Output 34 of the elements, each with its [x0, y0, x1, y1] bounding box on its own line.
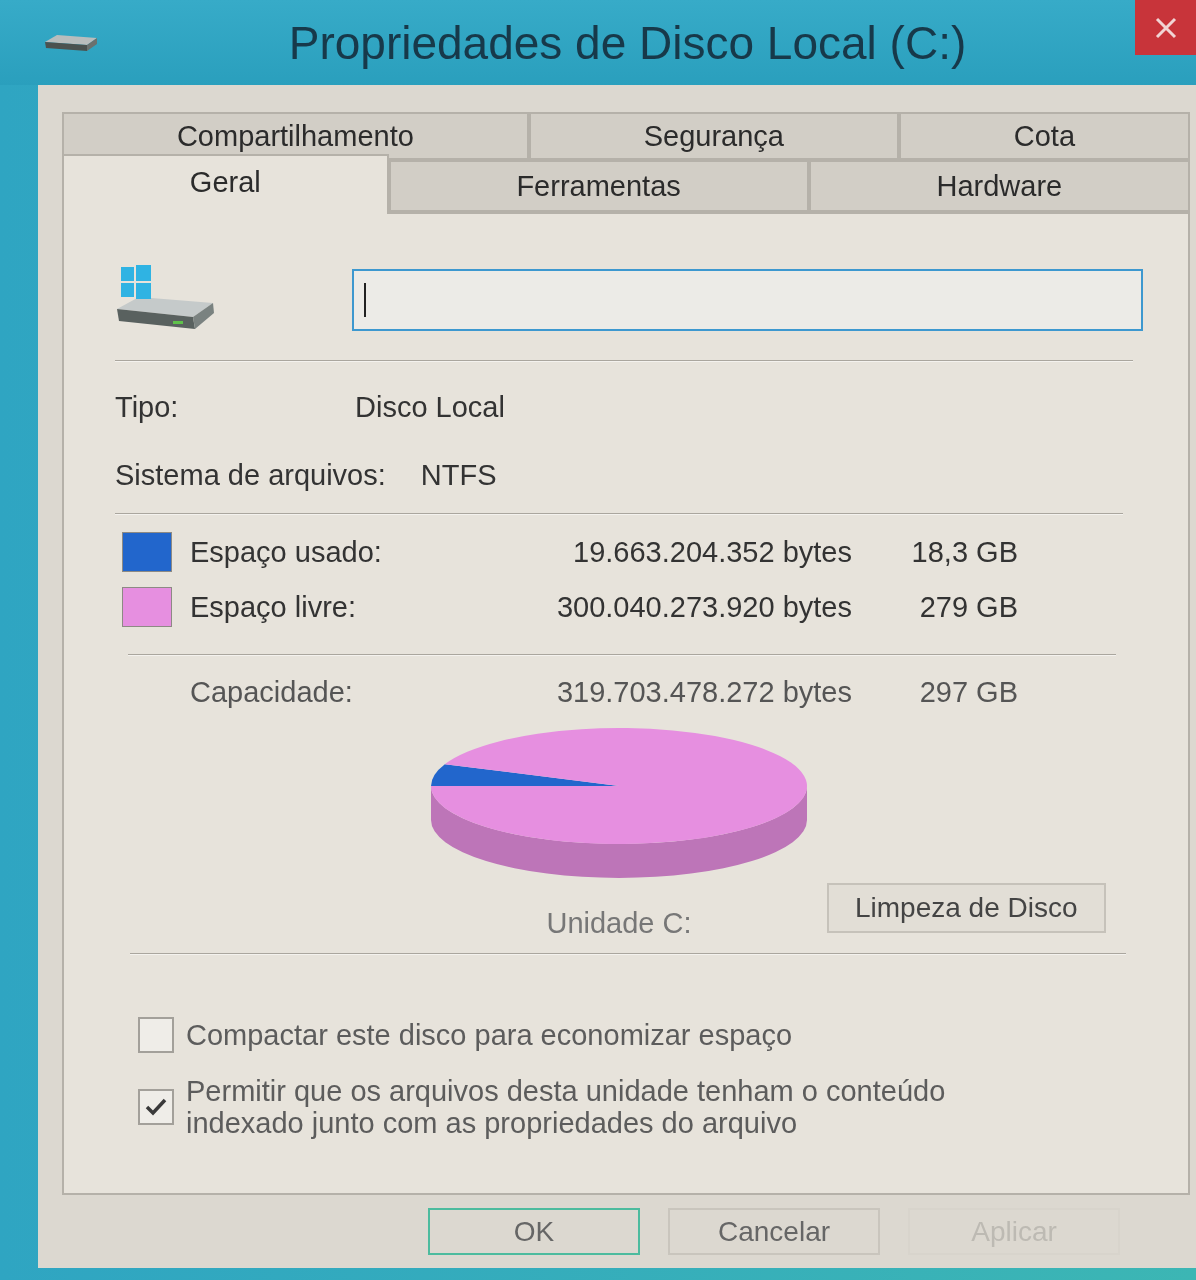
byte-count: 19.663.204.352 bytes	[573, 535, 852, 570]
property-label: Tipo:	[115, 390, 180, 424]
option-label: Compactar este disco para economizar espaço	[186, 1019, 793, 1051]
byte-count: 300.040.273.920 bytes	[556, 590, 852, 625]
tab[interactable]: Compartilhamento	[62, 112, 529, 160]
size-value: 18,3 GB	[911, 535, 1018, 570]
checkbox[interactable]	[138, 1017, 174, 1053]
chart-caption: Unidade C:	[546, 906, 692, 941]
dialog-button[interactable]: Cancelar	[668, 1208, 880, 1255]
tab[interactable]: Segurança	[528, 112, 899, 160]
dialog-button[interactable]: OK	[428, 1208, 640, 1255]
property-value: Disco Local	[355, 390, 505, 424]
checkbox[interactable]	[138, 1089, 174, 1125]
property-value: NTFS	[420, 458, 497, 492]
legend-label: Espaço usado:	[189, 535, 382, 570]
byte-count: 319.703.478.272 bytes	[556, 675, 852, 710]
option-label: Permitir que os arquivos desta unidade tenham o conteúdo indexado junto com as propriedades do arquivo	[186, 1075, 947, 1139]
text-cursor-icon	[364, 283, 366, 317]
window-title: Propriedades de Disco Local (C:)	[287, 15, 968, 71]
capacity-label: Capacidade:	[189, 675, 353, 710]
close-button[interactable]	[1135, 0, 1196, 55]
tab[interactable]: Ferramentas	[388, 160, 809, 212]
disk-cleanup-button[interactable]: Limpeza de Disco	[827, 883, 1106, 933]
name-field[interactable]	[352, 269, 1143, 331]
property-label: Sistema de arquivos:	[115, 458, 386, 492]
size-value: 297 GB	[919, 675, 1018, 710]
size-value: 279 GB	[919, 590, 1018, 625]
check-icon	[145, 1098, 167, 1116]
tab[interactable]: Hardware	[808, 160, 1190, 212]
legend-label: Espaço livre:	[189, 590, 356, 625]
tab[interactable]: Geral	[62, 154, 389, 214]
drive-icon	[45, 33, 97, 52]
tab[interactable]: Cota	[898, 112, 1190, 160]
close-icon	[1154, 16, 1177, 39]
